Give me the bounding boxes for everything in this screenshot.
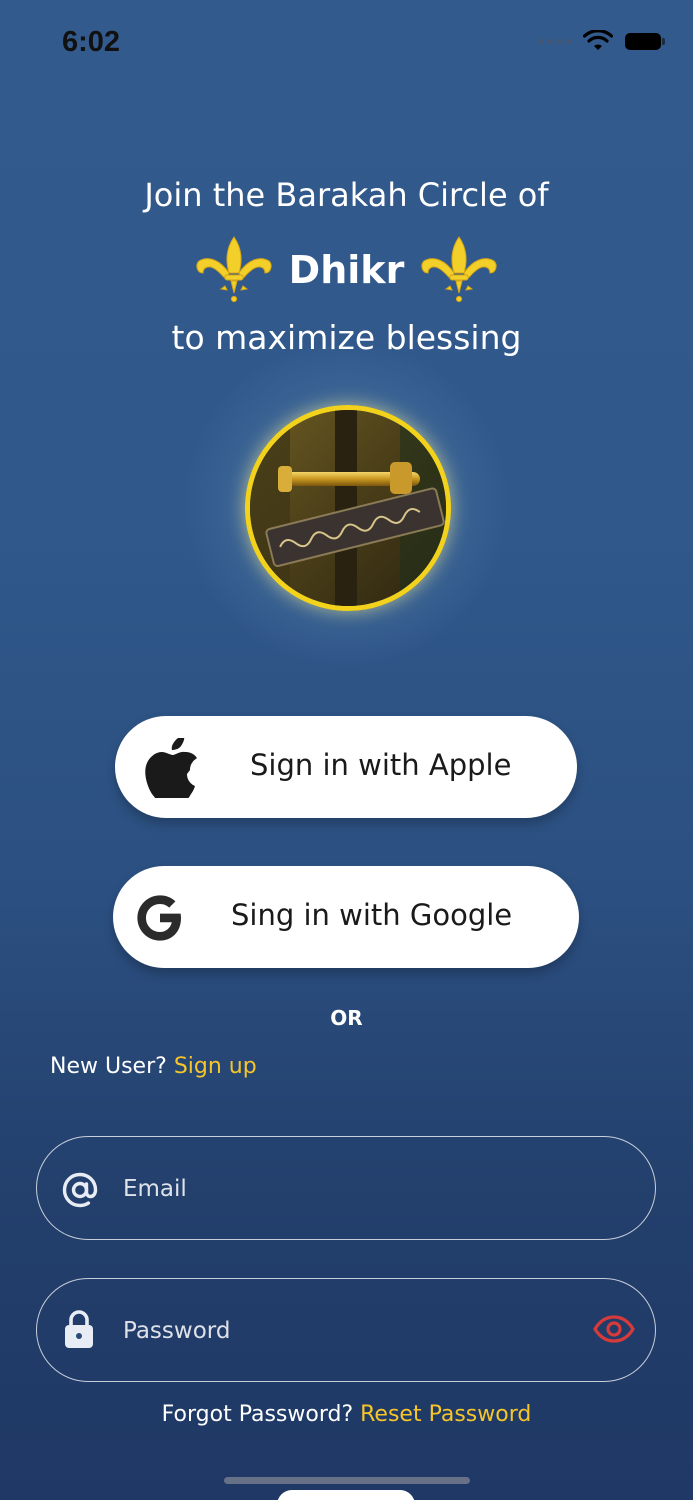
email-input[interactable] (121, 1165, 545, 1213)
new-user-row: New User? Sign up (50, 1054, 257, 1079)
apple-button-label: Sign in with Apple (250, 748, 512, 782)
status-bar: 6:02 (0, 0, 693, 90)
headline-line-1: Join the Barakah Circle of (144, 176, 549, 214)
sign-up-link[interactable]: Sign up (174, 1054, 257, 1079)
forgot-password-row: Forgot Password? Reset Password (0, 1402, 693, 1427)
headline-dhikr-row: Dhikr (0, 232, 693, 308)
forgot-password-prompt: Forgot Password? (161, 1402, 354, 1427)
status-time: 6:02 (62, 26, 121, 58)
eye-icon[interactable] (593, 1315, 635, 1343)
google-icon (137, 895, 181, 941)
kaaba-door-image (250, 410, 446, 606)
sign-in-with-google-button[interactable]: Sing in with Google (113, 866, 579, 968)
apple-icon (145, 738, 197, 798)
new-user-prompt: New User? (50, 1054, 167, 1079)
password-input[interactable] (121, 1307, 545, 1355)
fleur-de-lis-icon (421, 236, 497, 303)
kaaba-door-medallion (245, 405, 451, 611)
reset-password-link[interactable]: Reset Password (360, 1402, 531, 1427)
home-indicator (224, 1477, 470, 1484)
at-sign-icon (62, 1172, 98, 1208)
dhikr-highlight: Dhikr (288, 248, 405, 292)
battery-icon (625, 32, 665, 50)
wifi-icon (583, 30, 613, 50)
cellular-dots-icon (539, 38, 571, 44)
email-field[interactable] (36, 1136, 656, 1240)
sign-in-button-peek[interactable] (277, 1490, 415, 1500)
lock-icon (65, 1310, 93, 1348)
google-button-label: Sing in with Google (231, 898, 513, 932)
status-icons (539, 30, 665, 52)
or-divider: OR (330, 1006, 363, 1030)
password-field[interactable] (36, 1278, 656, 1382)
sign-in-with-apple-button[interactable]: Sign in with Apple (115, 716, 577, 818)
fleur-de-lis-icon (196, 236, 272, 303)
